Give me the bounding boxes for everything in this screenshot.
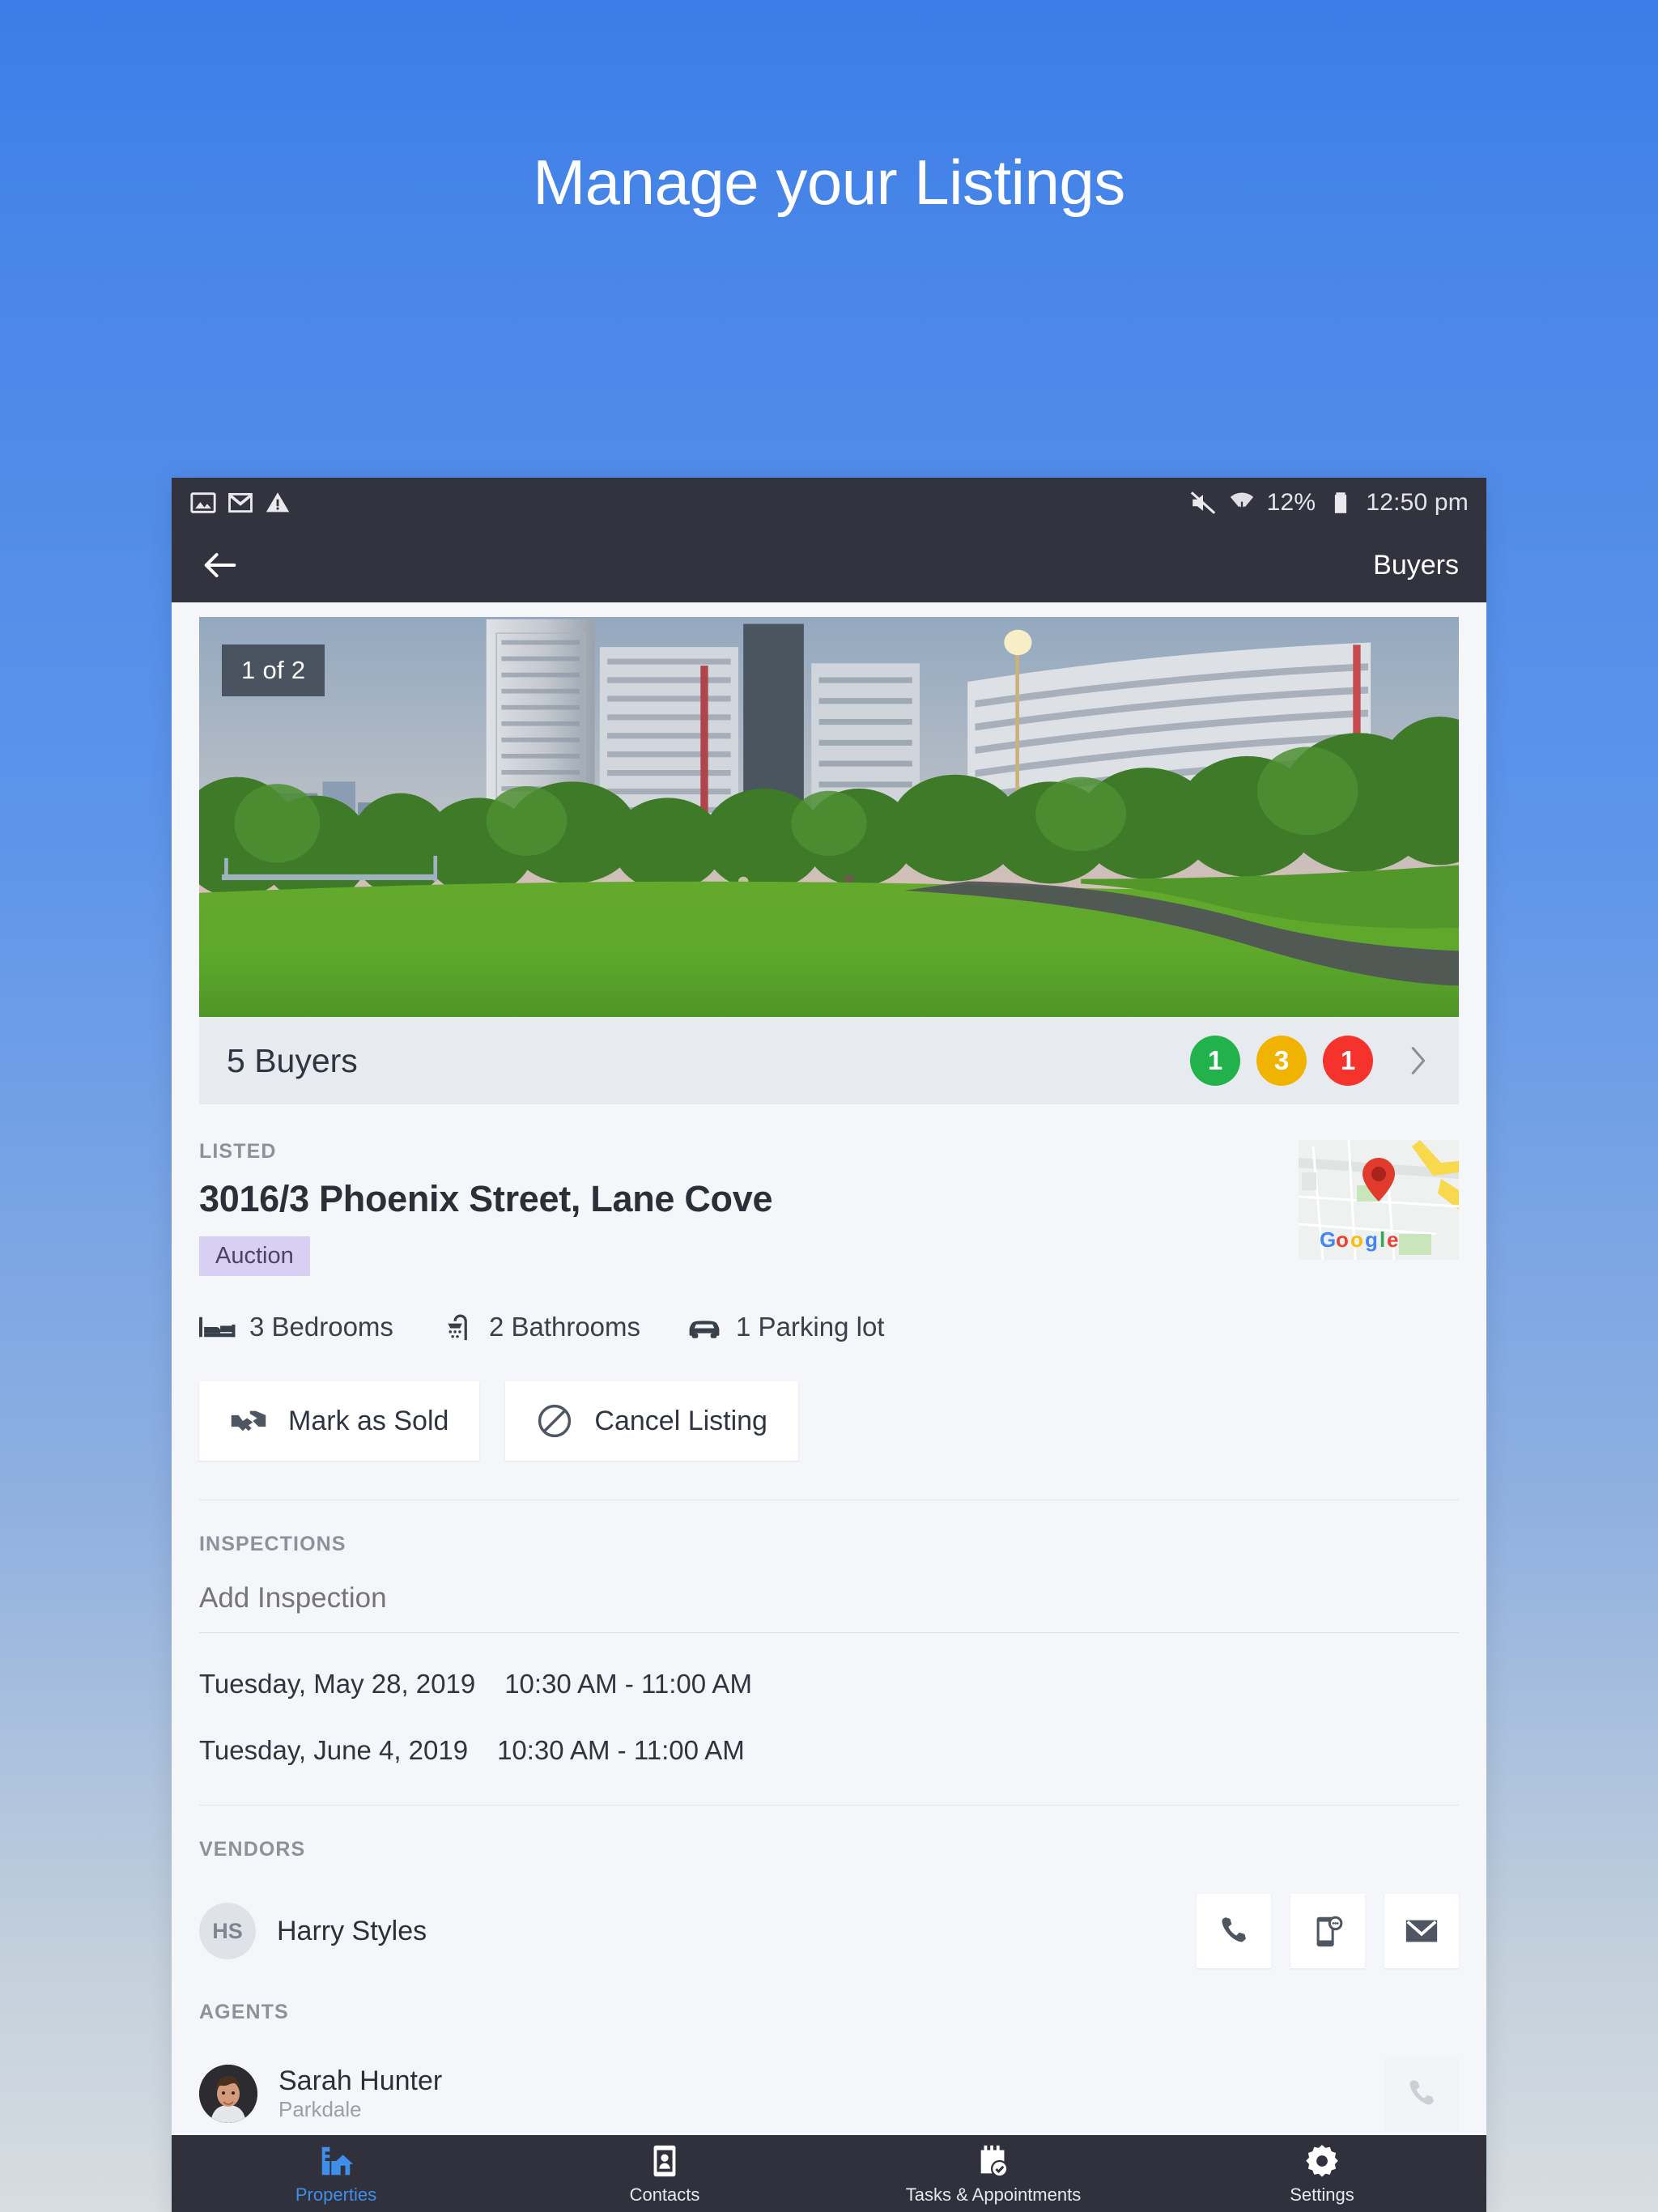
listing-status-label: LISTED <box>199 1140 277 1163</box>
nav-item-tasks[interactable]: Tasks & Appointments <box>829 2135 1158 2212</box>
handshake-icon <box>230 1402 267 1440</box>
battery-icon <box>1327 489 1354 517</box>
avatar <box>199 2065 257 2123</box>
bathrooms-label: 2 Bathrooms <box>488 1312 641 1342</box>
svg-text:l: l <box>1380 1227 1385 1252</box>
status-badge-red[interactable]: 1 <box>1323 1036 1373 1086</box>
email-icon[interactable] <box>1384 1894 1459 1968</box>
inspection-row[interactable]: Tuesday, June 4, 2019 10:30 AM - 11:00 A… <box>199 1699 1459 1766</box>
bedrooms-label: 3 Bedrooms <box>249 1312 393 1342</box>
mark-as-sold-label: Mark as Sold <box>288 1405 449 1436</box>
feature-bedrooms: 3 Bedrooms <box>199 1312 393 1342</box>
nav-label-settings: Settings <box>1290 2184 1354 2205</box>
back-arrow-icon[interactable] <box>199 544 241 586</box>
inspection-time: 10:30 AM - 11:00 AM <box>497 1735 745 1765</box>
property-photo[interactable]: 1 of 2 <box>199 617 1459 1017</box>
vendors-label: VENDORS <box>199 1838 306 1861</box>
app-bar: Buyers <box>172 528 1486 602</box>
agents-section: AGENTS Sarah Hunter Parkdale <box>172 1968 1486 2131</box>
vendor-contact-actions <box>1197 1894 1459 1968</box>
map-thumbnail[interactable]: G o o g l e <box>1299 1140 1459 1260</box>
agent-row[interactable]: Sarah Hunter Parkdale <box>199 2024 1459 2131</box>
agent-office: Parkdale <box>278 2097 362 2121</box>
clock: 12:50 pm <box>1366 489 1469 516</box>
vendor-name: Harry Styles <box>277 1915 427 1946</box>
nav-label-properties: Properties <box>295 2184 377 2205</box>
listing-info: LISTED 3016/3 Phoenix Street, Lane Cove … <box>199 1140 1279 1276</box>
bottom-navigation: Properties Contacts Tasks & Appointments… <box>172 2135 1486 2212</box>
car-icon <box>686 1312 723 1342</box>
avatar: HS <box>199 1903 256 1959</box>
vendor-row[interactable]: HS Harry Styles <box>199 1861 1459 1968</box>
cancel-listing-label: Cancel Listing <box>594 1405 767 1436</box>
mark-as-sold-button[interactable]: Mark as Sold <box>199 1381 480 1461</box>
svg-text:G: G <box>1320 1227 1336 1252</box>
status-bar-right-icons: 12% 12:50 pm <box>1189 489 1469 517</box>
app-bar-title: Buyers <box>1373 549 1459 581</box>
svg-text:o: o <box>1350 1227 1363 1252</box>
svg-text:e: e <box>1387 1227 1398 1252</box>
chevron-right-icon[interactable] <box>1404 1042 1431 1079</box>
mute-icon <box>1189 489 1217 517</box>
status-bar: 12% 12:50 pm <box>172 478 1486 528</box>
buyers-status-badges: 1 3 1 <box>1190 1036 1431 1086</box>
warning-icon <box>264 489 291 517</box>
svg-text:g: g <box>1365 1227 1378 1252</box>
inspection-time: 10:30 AM - 11:00 AM <box>504 1669 752 1699</box>
inspection-date: Tuesday, June 4, 2019 <box>199 1735 469 1765</box>
listing-header: LISTED 3016/3 Phoenix Street, Lane Cove … <box>172 1104 1486 1276</box>
inspection-row[interactable]: Tuesday, May 28, 2019 10:30 AM - 11:00 A… <box>199 1633 1459 1699</box>
feature-bathrooms: 2 Bathrooms <box>439 1312 640 1342</box>
property-features: 3 Bedrooms 2 Bathrooms 1 Parking lot <box>172 1276 1486 1342</box>
inspections-label: INSPECTIONS <box>199 1533 346 1555</box>
phone-frame: 12% 12:50 pm Buyers 1 of 2 5 Buyers 1 3 … <box>172 478 1486 2212</box>
listing-detail-scroll[interactable]: 1 of 2 5 Buyers 1 3 1 LISTED 3016/3 Phoe… <box>172 602 1486 2135</box>
status-badge-amber[interactable]: 3 <box>1256 1036 1307 1086</box>
sale-method-badge: Auction <box>199 1236 310 1276</box>
inspection-date: Tuesday, May 28, 2019 <box>199 1669 476 1699</box>
nav-item-contacts[interactable]: Contacts <box>500 2135 829 2212</box>
phone-icon[interactable] <box>1197 1894 1271 1968</box>
image-icon <box>189 489 217 517</box>
inspections-section: INSPECTIONS Tuesday, May 28, 2019 10:30 … <box>172 1500 1486 1766</box>
agent-info: Sarah Hunter Parkdale <box>278 2065 442 2122</box>
sms-icon[interactable] <box>1290 1894 1365 1968</box>
nav-item-settings[interactable]: Settings <box>1158 2135 1486 2212</box>
shower-icon <box>439 1312 476 1342</box>
nav-item-properties[interactable]: Properties <box>172 2135 500 2212</box>
parking-label: 1 Parking lot <box>736 1312 885 1342</box>
feature-parking: 1 Parking lot <box>686 1312 884 1342</box>
bed-icon <box>199 1312 236 1342</box>
buyers-summary-row[interactable]: 5 Buyers 1 3 1 <box>199 1017 1459 1104</box>
properties-icon <box>317 2142 355 2180</box>
agents-label: AGENTS <box>199 2001 289 2023</box>
nav-label-contacts: Contacts <box>629 2184 700 2205</box>
status-bar-left-icons <box>189 489 291 517</box>
status-badge-green[interactable]: 1 <box>1190 1036 1240 1086</box>
agent-name: Sarah Hunter <box>278 2065 443 2096</box>
property-address: 3016/3 Phoenix Street, Lane Cove <box>199 1178 773 1219</box>
battery-percentage: 12% <box>1266 489 1316 516</box>
contacts-icon <box>646 2142 683 2180</box>
add-inspection-input[interactable] <box>199 1579 1459 1633</box>
listing-actions: Mark as Sold Cancel Listing <box>172 1342 1486 1461</box>
cancel-listing-button[interactable]: Cancel Listing <box>505 1381 798 1461</box>
phone-icon[interactable] <box>1384 2057 1459 2131</box>
agent-contact-actions <box>1384 2057 1459 2131</box>
svg-text:o: o <box>1336 1227 1349 1252</box>
nav-label-tasks: Tasks & Appointments <box>905 2184 1082 2205</box>
block-icon <box>536 1402 573 1440</box>
page-title: Manage your Listings <box>533 147 1125 218</box>
photo-counter: 1 of 2 <box>222 644 325 696</box>
vendors-section: VENDORS HS Harry Styles <box>172 1806 1486 1968</box>
mail-icon <box>227 489 254 517</box>
settings-icon <box>1303 2142 1341 2180</box>
buyers-count-label: 5 Buyers <box>227 1041 358 1079</box>
wifi-icon <box>1228 489 1256 517</box>
tasks-icon <box>975 2142 1012 2180</box>
